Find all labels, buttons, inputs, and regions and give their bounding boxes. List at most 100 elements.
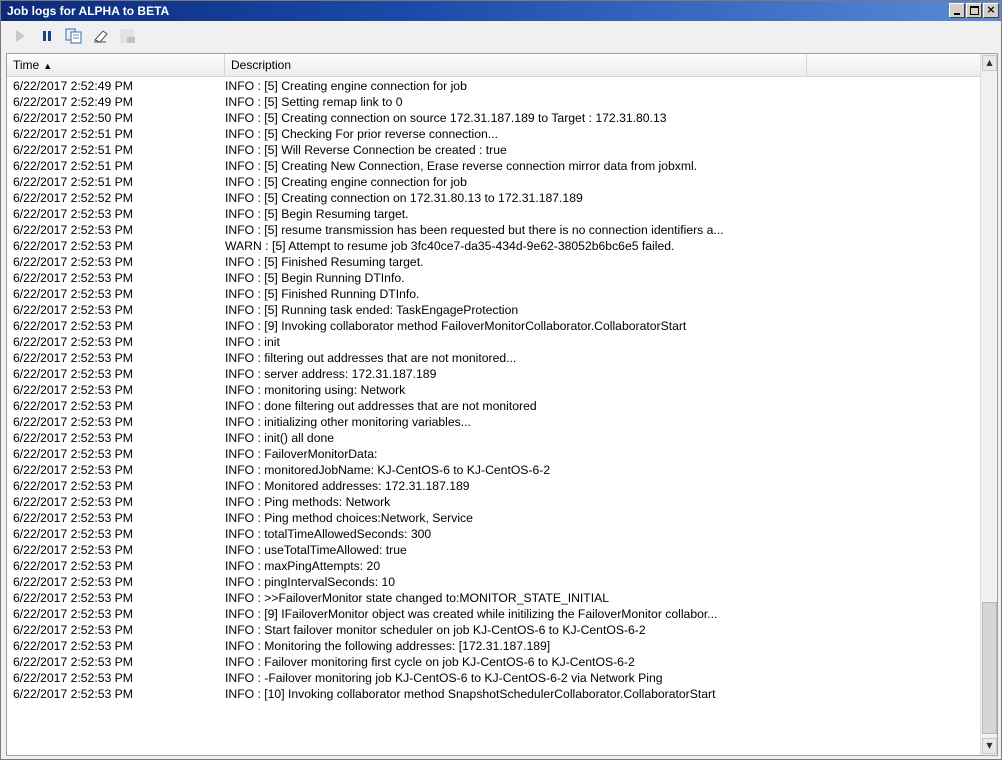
- row-description: INFO : [5] Running task ended: TaskEngag…: [225, 303, 519, 317]
- table-row[interactable]: 6/22/2017 2:52:53 PM INFO : init: [7, 334, 981, 350]
- table-row[interactable]: 6/22/2017 2:52:53 PM INFO : [5] Finished …: [7, 254, 981, 270]
- row-time: 6/22/2017 2:52:53 PM: [13, 351, 133, 365]
- table-row[interactable]: 6/22/2017 2:52:53 PM INFO : init() all do…: [7, 430, 981, 446]
- table-row[interactable]: 6/22/2017 2:52:51 PM INFO : [5] Creating …: [7, 174, 981, 190]
- row-description: INFO : monitoredJobName: KJ-CentOS-6 to …: [225, 463, 551, 477]
- table-row[interactable]: 6/22/2017 2:52:53 PM INFO : FailoverMonit…: [7, 446, 981, 462]
- table-row[interactable]: 6/22/2017 2:52:49 PM INFO : [5] Creating …: [7, 78, 981, 94]
- table-row[interactable]: 6/22/2017 2:52:50 PM INFO : [5] Creating …: [7, 110, 981, 126]
- title-bar[interactable]: Job logs for ALPHA to BETA ×: [1, 1, 1001, 21]
- row-time: 6/22/2017 2:52:53 PM: [13, 527, 133, 541]
- table-row[interactable]: 6/22/2017 2:52:53 PM INFO : initializing …: [7, 414, 981, 430]
- table-row[interactable]: 6/22/2017 2:52:53 PM INFO : monitoredJobN…: [7, 462, 981, 478]
- scroll-thumb[interactable]: [982, 602, 997, 734]
- row-description: INFO : Ping methods: Network: [225, 495, 391, 509]
- row-time: 6/22/2017 2:52:53 PM: [13, 575, 133, 589]
- table-row[interactable]: 6/22/2017 2:52:51 PM INFO : [5] Will Reve…: [7, 142, 981, 158]
- vertical-scrollbar[interactable]: ▲ ▼: [980, 54, 997, 755]
- table-row[interactable]: 6/22/2017 2:52:53 PM INFO : [5] resume tr…: [7, 222, 981, 238]
- scroll-up-button[interactable]: ▲: [982, 55, 997, 71]
- row-description: INFO : [5] Creating connection on source…: [225, 111, 667, 125]
- row-description: INFO : [5] Creating engine connection fo…: [225, 79, 467, 93]
- table-row[interactable]: 6/22/2017 2:52:53 PM INFO : server addres…: [7, 366, 981, 382]
- scroll-down-button[interactable]: ▼: [982, 738, 997, 754]
- row-time: 6/22/2017 2:52:51 PM: [13, 143, 133, 157]
- table-row[interactable]: 6/22/2017 2:52:51 PM INFO : [5] Creating …: [7, 158, 981, 174]
- filter-icon[interactable]: [119, 27, 137, 45]
- row-description: INFO : FailoverMonitorData:: [225, 447, 378, 461]
- row-time: 6/22/2017 2:52:53 PM: [13, 479, 133, 493]
- table-row[interactable]: 6/22/2017 2:52:53 PM INFO : [5] Begin Res…: [7, 206, 981, 222]
- table-row[interactable]: 6/22/2017 2:52:53 PM INFO : monitoring us…: [7, 382, 981, 398]
- row-time: 6/22/2017 2:52:53 PM: [13, 383, 133, 397]
- row-description: INFO : [5] resume transmission has been …: [225, 223, 724, 237]
- table-row[interactable]: 6/22/2017 2:52:53 PM INFO : [9] Invoking …: [7, 318, 981, 334]
- row-time: 6/22/2017 2:52:53 PM: [13, 399, 133, 413]
- close-button[interactable]: ×: [983, 3, 999, 18]
- table-row[interactable]: 6/22/2017 2:52:53 PM INFO : [10] Invoking…: [7, 686, 981, 702]
- table-row[interactable]: 6/22/2017 2:52:53 PM INFO : >>FailoverMon…: [7, 590, 981, 606]
- row-time: 6/22/2017 2:52:51 PM: [13, 175, 133, 189]
- row-description: INFO : [5] Checking For prior reverse co…: [225, 127, 498, 141]
- table-row[interactable]: 6/22/2017 2:52:53 PM INFO : [9] IFailover…: [7, 606, 981, 622]
- row-description: INFO : useTotalTimeAllowed: true: [225, 543, 407, 557]
- row-time: 6/22/2017 2:52:51 PM: [13, 127, 133, 141]
- table-row[interactable]: 6/22/2017 2:52:53 PM INFO : Monitored add…: [7, 478, 981, 494]
- row-description: INFO : [9] Invoking collaborator method …: [225, 319, 687, 333]
- minimize-button[interactable]: [949, 3, 965, 18]
- maximize-button[interactable]: [966, 3, 982, 18]
- copy-icon[interactable]: [65, 27, 83, 45]
- table-row[interactable]: 6/22/2017 2:52:52 PM INFO : [5] Creating …: [7, 190, 981, 206]
- table-row[interactable]: 6/22/2017 2:52:53 PM WARN : [5] Attempt t…: [7, 238, 981, 254]
- row-time: 6/22/2017 2:52:53 PM: [13, 287, 133, 301]
- row-time: 6/22/2017 2:52:53 PM: [13, 367, 133, 381]
- pause-icon[interactable]: [38, 27, 56, 45]
- clear-icon[interactable]: [92, 27, 110, 45]
- table-row[interactable]: 6/22/2017 2:52:53 PM INFO : Ping method c…: [7, 510, 981, 526]
- table-row[interactable]: 6/22/2017 2:52:51 PM INFO : [5] Checking …: [7, 126, 981, 142]
- table-row[interactable]: 6/22/2017 2:52:53 PM INFO : Ping methods:…: [7, 494, 981, 510]
- row-description: INFO : [5] Creating engine connection fo…: [225, 175, 467, 189]
- row-description: INFO : [9] IFailoverMonitor object was c…: [225, 607, 718, 621]
- row-description: INFO : totalTimeAllowedSeconds: 300: [225, 527, 432, 541]
- row-time: 6/22/2017 2:52:53 PM: [13, 607, 133, 621]
- window-title: Job logs for ALPHA to BETA: [7, 4, 170, 18]
- row-time: 6/22/2017 2:52:53 PM: [13, 335, 133, 349]
- row-time: 6/22/2017 2:52:53 PM: [13, 639, 133, 653]
- table-row[interactable]: 6/22/2017 2:52:53 PM INFO : useTotalTimeA…: [7, 542, 981, 558]
- sort-ascending-icon: ▲: [43, 61, 53, 71]
- table-row[interactable]: 6/22/2017 2:52:53 PM INFO : pingIntervalS…: [7, 574, 981, 590]
- row-time: 6/22/2017 2:52:53 PM: [13, 623, 133, 637]
- column-header-time[interactable]: Time ▲: [7, 54, 225, 76]
- table-row[interactable]: 6/22/2017 2:52:53 PM INFO : maxPingAttemp…: [7, 558, 981, 574]
- window-controls: ×: [948, 3, 999, 18]
- table-row[interactable]: 6/22/2017 2:52:53 PM INFO : -Failover mon…: [7, 670, 981, 686]
- row-description: INFO : [5] Creating connection on 172.31…: [225, 191, 583, 205]
- row-description: INFO : [5] Setting remap link to 0: [225, 95, 403, 109]
- table-row[interactable]: 6/22/2017 2:52:53 PM INFO : Failover moni…: [7, 654, 981, 670]
- row-time: 6/22/2017 2:52:53 PM: [13, 415, 133, 429]
- row-time: 6/22/2017 2:52:53 PM: [13, 271, 133, 285]
- row-description: INFO : Monitoring the following addresse…: [225, 639, 551, 653]
- row-description: INFO : maxPingAttempts: 20: [225, 559, 381, 573]
- row-time: 6/22/2017 2:52:53 PM: [13, 591, 133, 605]
- table-row[interactable]: 6/22/2017 2:52:53 PM INFO : totalTimeAllo…: [7, 526, 981, 542]
- column-header-extra[interactable]: [807, 54, 981, 76]
- table-row[interactable]: 6/22/2017 2:52:53 PM INFO : filtering out…: [7, 350, 981, 366]
- table-row[interactable]: 6/22/2017 2:52:53 PM INFO : [5] Finished …: [7, 286, 981, 302]
- table-row[interactable]: 6/22/2017 2:52:49 PM INFO : [5] Setting r…: [7, 94, 981, 110]
- row-time: 6/22/2017 2:52:53 PM: [13, 223, 133, 237]
- row-description: INFO : filtering out addresses that are …: [225, 351, 517, 365]
- row-description: INFO : [5] Will Reverse Connection be cr…: [225, 143, 507, 157]
- table-row[interactable]: 6/22/2017 2:52:53 PM INFO : Monitoring th…: [7, 638, 981, 654]
- table-row[interactable]: 6/22/2017 2:52:53 PM INFO : [5] Begin Run…: [7, 270, 981, 286]
- table-row[interactable]: 6/22/2017 2:52:53 PM INFO : Start failove…: [7, 622, 981, 638]
- table-row[interactable]: 6/22/2017 2:52:53 PM INFO : [5] Running t…: [7, 302, 981, 318]
- row-time: 6/22/2017 2:52:53 PM: [13, 543, 133, 557]
- column-header-description[interactable]: Description: [225, 54, 807, 76]
- row-time: 6/22/2017 2:52:53 PM: [13, 319, 133, 333]
- row-description: INFO : Start failover monitor scheduler …: [225, 623, 646, 637]
- table-row[interactable]: 6/22/2017 2:52:53 PM INFO : done filterin…: [7, 398, 981, 414]
- play-icon[interactable]: [11, 27, 29, 45]
- row-time: 6/22/2017 2:52:53 PM: [13, 687, 133, 701]
